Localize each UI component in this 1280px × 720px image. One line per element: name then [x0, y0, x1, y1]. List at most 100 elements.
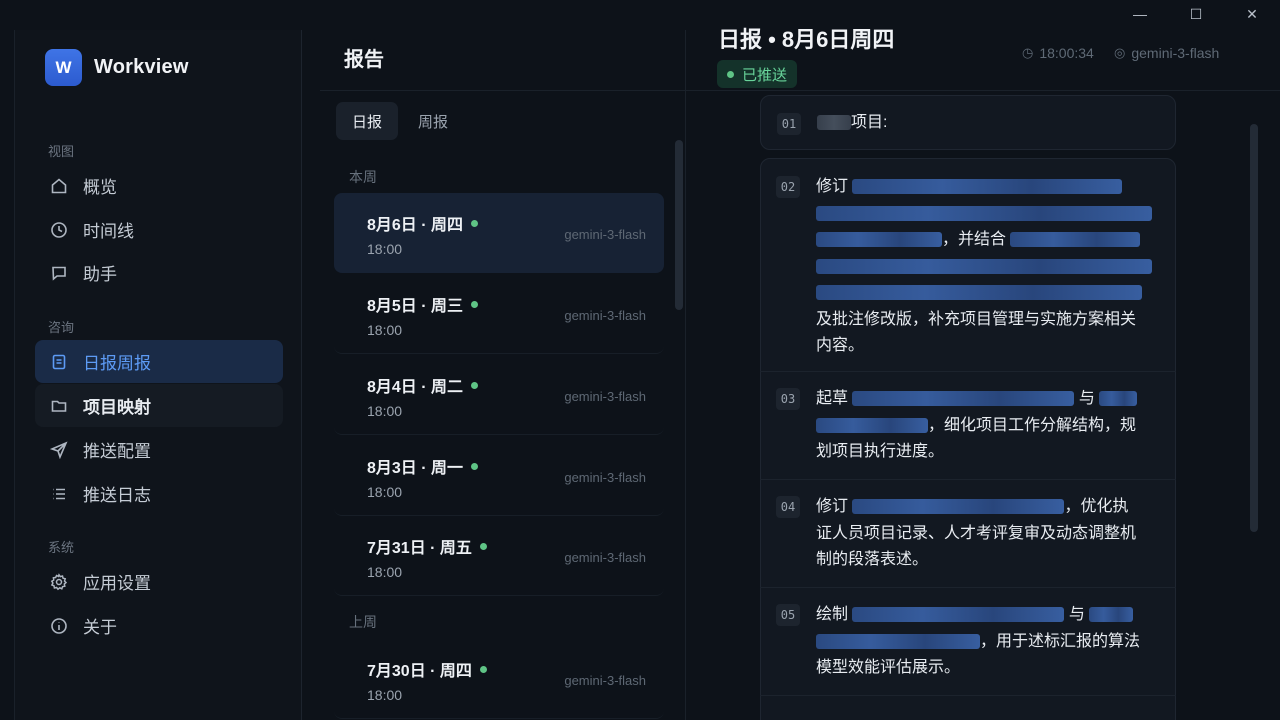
section-label-system: 系统 — [48, 540, 75, 555]
sidebar-item-label: 关于 — [83, 618, 117, 637]
sidebar-item-about[interactable]: 关于 — [35, 604, 283, 647]
tab-weekly[interactable]: 周报 — [402, 102, 464, 140]
sidebar-item-label: 日报周报 — [83, 354, 151, 373]
meta-time-text: 18:00:34 — [1039, 45, 1094, 61]
folder-icon — [49, 396, 69, 416]
summary-item: 05 绘制 与 ，用于述标汇报的算法 模型效能评估展示。 — [760, 588, 1176, 696]
group-label-last-week: 上周 — [349, 614, 377, 630]
redacted-text — [1099, 391, 1138, 407]
report-time: 18:00 — [367, 241, 403, 257]
item-number: 01 — [777, 113, 801, 135]
sidebar-item-label: 概览 — [83, 178, 117, 197]
item-number: 04 — [776, 496, 800, 518]
detail-scrollbar[interactable] — [1250, 124, 1258, 532]
redacted-text — [816, 417, 928, 433]
sidebar-item-push-config[interactable]: 推送配置 — [35, 428, 283, 471]
summary-item: 04 修订 ，优化执 证人员项目记录、人才考评复审及动态调整机 制的段落表述。 — [760, 480, 1176, 588]
app-name: Workview — [94, 56, 189, 78]
detail-title: 日报 • 8月6日周四 — [718, 27, 895, 52]
item-text: 内容。 — [816, 337, 865, 354]
sidebar-item-label: 推送配置 — [83, 442, 151, 461]
divider — [320, 90, 686, 91]
home-icon — [49, 176, 69, 196]
summary-item: 01 项目: — [760, 95, 1176, 150]
item-text: 修订 — [816, 498, 849, 515]
report-model: gemini-3-flash — [564, 470, 646, 485]
list-scrollbar[interactable] — [675, 140, 683, 310]
item-text: ，用于述标汇报的算法 — [980, 632, 1141, 650]
app-logo: W — [45, 49, 82, 86]
redacted-text — [852, 499, 1065, 515]
sidebar-item-overview[interactable]: 概览 — [35, 164, 283, 207]
sidebar-item-timeline[interactable]: 时间线 — [35, 208, 283, 251]
sidebar-item-reports[interactable]: 日报周报 — [35, 340, 283, 383]
summary-item: 02 修订 ，并结合 及批注修改版，补充项目管理与实施方案相关 内容。 — [760, 158, 1176, 372]
sidebar-item-label: 推送日志 — [83, 486, 151, 505]
status-dot — [471, 381, 479, 389]
sidebar-item-push-log[interactable]: 推送日志 — [35, 472, 283, 515]
report-item[interactable]: 8月3日 · 周一 18:00 gemini-3-flash — [334, 436, 664, 516]
report-item[interactable]: 8月5日 · 周三 18:00 gemini-3-flash — [334, 274, 664, 354]
report-item[interactable]: 8月4日 · 周二 18:00 gemini-3-flash — [334, 355, 664, 435]
tab-daily[interactable]: 日报 — [336, 102, 399, 140]
report-date: 8月3日 · 周一 — [367, 460, 464, 477]
redacted-text — [1089, 607, 1134, 623]
report-item[interactable]: 8月6日 · 周四 18:00 gemini-3-flash — [334, 193, 664, 273]
report-date: 7月30日 · 周四 — [367, 663, 472, 680]
divider — [686, 90, 1280, 91]
report-date: 8月5日 · 周三 — [367, 298, 464, 315]
sidebar-item-assistant[interactable]: 助手 — [35, 251, 283, 294]
redacted-text — [816, 633, 980, 649]
item-text: ，细化项目工作分解结构，规 — [928, 416, 1137, 434]
summary-item: 03 起草 与 ，细化项目工作分解结构，规 划项目执行进度。 — [760, 372, 1176, 480]
report-model: gemini-3-flash — [564, 389, 646, 404]
status-dot — [479, 665, 487, 673]
gear-icon — [49, 572, 69, 592]
item-text: 与 — [1068, 606, 1085, 623]
sidebar-item-project-mapping[interactable]: 项目映射 — [35, 384, 283, 427]
chat-icon — [49, 263, 69, 283]
report-item[interactable]: 7月30日 · 周四 18:00 gemini-3-flash — [334, 639, 664, 719]
info-icon — [49, 616, 69, 636]
minimize-button[interactable]: — — [1112, 0, 1168, 28]
sidebar-item-label: 时间线 — [83, 222, 134, 241]
group-label-this-week: 本周 — [349, 169, 377, 185]
item-text: 绘制 — [816, 606, 849, 623]
clock-icon — [49, 220, 69, 240]
report-time: 18:00 — [367, 322, 403, 338]
report-list-title: 报告 — [344, 49, 384, 71]
report-tabs: 日报 周报 — [336, 102, 468, 140]
sidebar-item-settings[interactable]: 应用设置 — [35, 560, 283, 603]
sidebar-item-label: 项目映射 — [83, 398, 151, 417]
report-model: gemini-3-flash — [564, 673, 646, 688]
status-dot — [727, 70, 734, 78]
item-number: 02 — [776, 176, 800, 198]
section-label-view: 视图 — [48, 144, 75, 159]
report-date: 8月4日 · 周二 — [367, 379, 464, 396]
redacted-text — [852, 607, 1065, 623]
redacted-text — [852, 391, 1075, 407]
status-dot — [471, 219, 479, 227]
sidebar-item-label: 应用设置 — [83, 574, 151, 593]
redacted-text — [1010, 232, 1141, 248]
clock-icon: ◷ — [1022, 45, 1034, 60]
report-model: gemini-3-flash — [564, 550, 646, 565]
report-time: 18:00 — [367, 484, 403, 500]
report-time: 18:00 — [367, 403, 403, 419]
report-item[interactable]: 7月31日 · 周五 18:00 gemini-3-flash — [334, 516, 664, 596]
model-icon: ◎ — [1114, 45, 1126, 60]
document-icon — [49, 352, 69, 372]
maximize-button[interactable]: ☐ — [1168, 0, 1224, 28]
section-label-consult: 咨询 — [48, 320, 75, 335]
status-dot — [471, 462, 479, 470]
item-text: 制的段落表述。 — [816, 551, 929, 568]
status-dot — [471, 300, 479, 308]
report-model: gemini-3-flash — [564, 227, 646, 242]
meta-time: ◷ 18:00:34 — [1022, 45, 1094, 61]
item-text: 与 — [1078, 390, 1095, 407]
item-text: ，并结合 — [942, 231, 1007, 248]
report-list-panel: 报告 日报 周报 本周 8月6日 · 周四 18:00 gemini-3-fla… — [320, 30, 686, 720]
redacted-text — [816, 205, 1152, 221]
close-button[interactable]: ✕ — [1224, 0, 1280, 28]
redacted-text — [817, 115, 851, 131]
